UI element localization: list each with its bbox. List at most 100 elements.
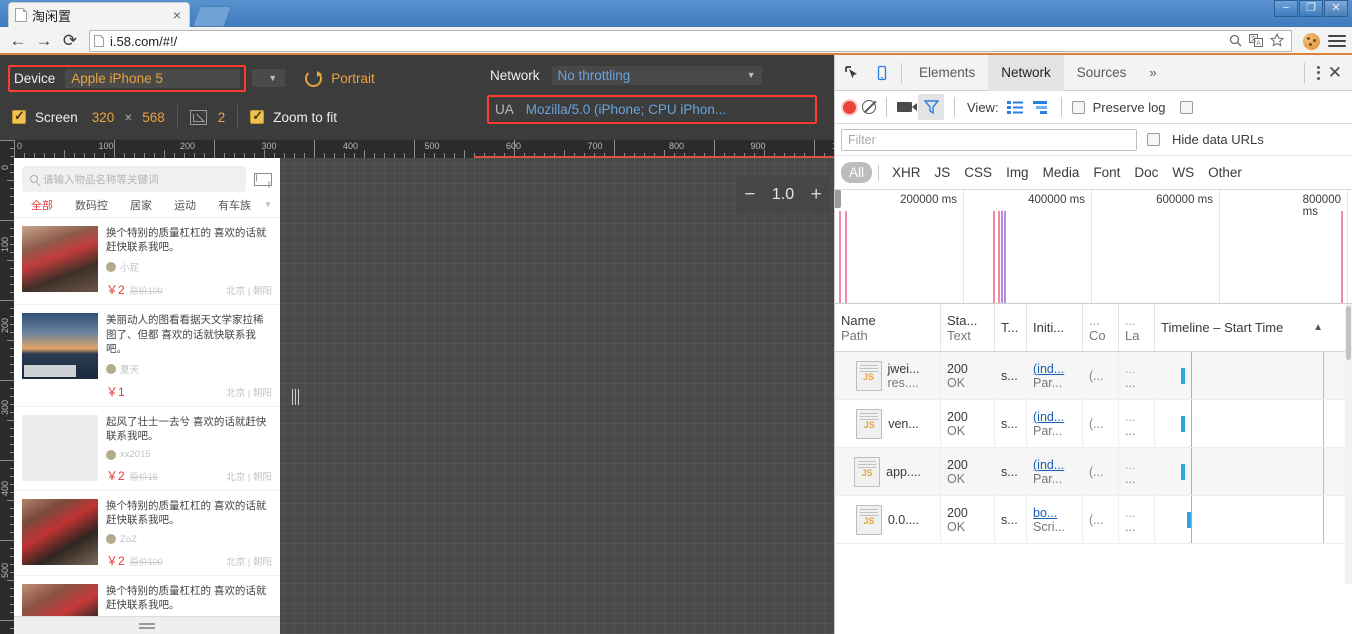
initiator-link[interactable]: (ind...	[1033, 410, 1076, 424]
chevron-down-icon[interactable]: ▼	[264, 200, 274, 209]
preserve-log-checkbox[interactable]	[1071, 100, 1085, 114]
column-header[interactable]: Sta... Text	[941, 304, 995, 351]
emulation-stage: 请输入物品名称等关键词 全部 数码控 居家 运动 有车族 ▼ 换个特别的质量杠杠的 喜欢的…	[14, 158, 834, 634]
item-title: 换个特别的质量杠杠的 喜欢的话就赶快联系我吧。	[106, 227, 267, 254]
list-view-icon[interactable]	[1005, 98, 1025, 116]
table-scrollbar[interactable]	[1345, 304, 1352, 584]
category-tab-1[interactable]: 数码控	[64, 197, 119, 213]
column-header-timeline[interactable]: Timeline – Start Time ▲	[1155, 304, 1352, 351]
table-row[interactable]: JS app.... 200 OK s... (ind... Par... (........…	[835, 448, 1352, 496]
list-item[interactable]: 起风了壮士一去兮 喜欢的话就赶快联系我吧。 xx2015 ￥2 原价15 北京 | 朝阳	[14, 407, 280, 492]
list-item[interactable]: 换个特别的质量杠杠的 喜欢的话就赶快联系我吧。 小屁 ￥2 原价100 北京 | 朝阳	[14, 218, 280, 306]
capture-screenshots-icon[interactable]	[897, 102, 917, 112]
minimize-icon[interactable]: −	[1274, 0, 1298, 17]
device-dropdown-button[interactable]: ▼	[252, 69, 286, 87]
inspect-element-icon[interactable]	[837, 58, 867, 88]
column-header[interactable]: ... La	[1119, 304, 1155, 351]
tab-close-icon[interactable]: ×	[171, 7, 183, 23]
screen-width-input[interactable]: 320	[92, 110, 115, 125]
type-filter-media[interactable]: Media	[1036, 162, 1087, 183]
column-header[interactable]: Initi...	[1027, 304, 1083, 351]
type-filter-css[interactable]: CSS	[957, 162, 999, 183]
menu-icon[interactable]	[139, 622, 155, 630]
disable-cache-checkbox[interactable]	[1179, 100, 1193, 114]
type-filter-xhr[interactable]: XHR	[885, 162, 928, 183]
zoom-to-fit-checkbox[interactable]	[250, 108, 265, 124]
overview-window-grip[interactable]	[835, 190, 841, 208]
search-icon[interactable]	[1229, 34, 1242, 49]
device-viewport[interactable]: 请输入物品名称等关键词 全部 数码控 居家 运动 有车族 ▼ 换个特别的质量杠杠的 喜欢的…	[14, 158, 280, 634]
tab-sources[interactable]: Sources	[1064, 55, 1140, 91]
zoom-in-button[interactable]: +	[811, 184, 822, 206]
address-bar[interactable]: i.58.com/#!/ 文A	[89, 30, 1292, 52]
column-header[interactable]: ... Co	[1083, 304, 1119, 351]
scrollbar-thumb[interactable]	[1346, 306, 1351, 360]
filter-toggle-button[interactable]	[918, 94, 944, 120]
cell-size: (...	[1083, 448, 1119, 495]
ua-label: UA	[495, 102, 514, 117]
page-info-icon[interactable]	[94, 35, 104, 47]
type-filter-ws[interactable]: WS	[1165, 162, 1201, 183]
table-row[interactable]: JS ven... 200 OK s... (ind... Par... (.........	[835, 400, 1352, 448]
column-header[interactable]: T...	[995, 304, 1027, 351]
cell-initiator[interactable]: bo... Scri...	[1027, 496, 1083, 543]
type-filter-font[interactable]: Font	[1086, 162, 1127, 183]
category-tab-3[interactable]: 运动	[163, 197, 207, 213]
type-filter-js[interactable]: JS	[928, 162, 958, 183]
table-row[interactable]: JS jwei... res.... 200 OK s... (ind... Par... (.…	[835, 352, 1352, 400]
cookie-extension-icon[interactable]	[1303, 32, 1320, 50]
tab-network[interactable]: Network	[988, 54, 1064, 91]
maximize-icon[interactable]: ❐	[1299, 0, 1323, 17]
close-window-icon[interactable]: ✕	[1324, 0, 1348, 17]
bookmark-star-icon[interactable]	[1269, 32, 1285, 49]
cell-initiator[interactable]: (ind... Par...	[1027, 400, 1083, 447]
back-icon[interactable]: ←	[6, 29, 30, 53]
type-filter-all[interactable]: All	[841, 162, 873, 183]
screen-checkbox[interactable]	[12, 108, 26, 124]
close-devtools-icon[interactable]: ✕	[1328, 63, 1342, 83]
throttling-select[interactable]: No throttling ▼	[551, 65, 762, 85]
filter-input[interactable]: Filter	[841, 128, 1137, 151]
translate-icon[interactable]: 文A	[1249, 33, 1263, 49]
chrome-menu-icon[interactable]	[1328, 35, 1346, 47]
screen-height-input[interactable]: 568	[142, 110, 165, 125]
initiator-type: Par...	[1033, 423, 1063, 438]
cell-initiator[interactable]: (ind... Par...	[1027, 352, 1083, 399]
devtools-menu-icon[interactable]	[1316, 65, 1320, 80]
reload-icon[interactable]: ⟳	[58, 29, 82, 53]
viewport-resize-handle[interactable]	[290, 386, 300, 408]
more-tabs-icon[interactable]: »	[1139, 65, 1166, 80]
browser-tab[interactable]: 淘闲置 ×	[8, 2, 190, 27]
category-tab-2[interactable]: 居家	[119, 197, 163, 213]
column-header[interactable]: Name Path	[835, 304, 941, 351]
search-input[interactable]: 请输入物品名称等关键词	[22, 166, 246, 192]
hide-data-urls-checkbox[interactable]	[1147, 133, 1160, 146]
list-item[interactable]: 换个特别的质量杠杠的 喜欢的话就赶快联系我吧。 ZoZ ￥2 原价100 北京 | 朝阳	[14, 491, 280, 576]
table-row[interactable]: JS 0.0.... 200 OK s... bo... Scri... (.........	[835, 496, 1352, 544]
category-tab-4[interactable]: 有车族	[207, 197, 262, 213]
bottom-nav-bar[interactable]	[14, 616, 280, 634]
forward-icon[interactable]: →	[32, 29, 56, 53]
network-overview-timeline[interactable]: 200000 ms 400000 ms 600000 ms 800000 ms	[835, 190, 1352, 304]
message-icon[interactable]	[254, 172, 272, 186]
ua-value[interactable]: Mozilla/5.0 (iPhone; CPU iPhon...	[526, 102, 726, 117]
initiator-link[interactable]: (ind...	[1033, 362, 1076, 376]
cell-initiator[interactable]: (ind... Par...	[1027, 448, 1083, 495]
zoom-out-button[interactable]: −	[744, 184, 755, 206]
type-filter-img[interactable]: Img	[999, 162, 1036, 183]
initiator-link[interactable]: bo...	[1033, 506, 1076, 520]
toggle-device-toolbar-icon[interactable]	[867, 58, 897, 88]
dpr-input[interactable]: 2	[218, 110, 226, 125]
initiator-link[interactable]: (ind...	[1033, 458, 1076, 472]
clear-icon[interactable]	[862, 100, 876, 114]
category-tab-0[interactable]: 全部	[20, 197, 64, 213]
type-filter-other[interactable]: Other	[1201, 162, 1249, 183]
orientation-label[interactable]: Portrait	[331, 71, 375, 86]
rotate-icon[interactable]	[305, 69, 323, 87]
waterfall-view-icon[interactable]	[1031, 98, 1051, 116]
type-filter-doc[interactable]: Doc	[1127, 162, 1165, 183]
tab-elements[interactable]: Elements	[906, 55, 988, 91]
record-button[interactable]	[843, 100, 856, 114]
device-select[interactable]: Apple iPhone 5	[65, 68, 241, 88]
list-item[interactable]: 美丽动人的图看看据天文学家拉稀图了、但都 喜欢的话就快联系我吧。 夏天 ￥1 北京 |…	[14, 305, 280, 407]
